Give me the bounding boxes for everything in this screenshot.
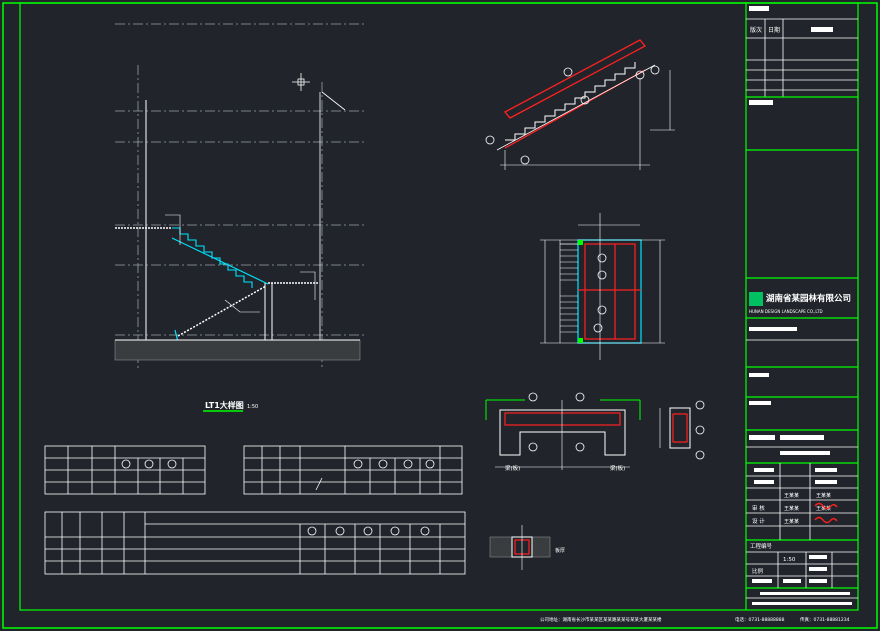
title-header-col2: 日期 bbox=[768, 26, 780, 34]
title-block-fills bbox=[749, 6, 852, 605]
main-drawing-title: LT1大样图 bbox=[205, 400, 244, 410]
scale-value: 1:50 bbox=[783, 557, 796, 563]
ground-hatch bbox=[114, 339, 361, 361]
name-2: 王某某 bbox=[816, 493, 831, 499]
scale-label: 比例 bbox=[752, 567, 764, 575]
cad-drawing-sheet: 版次 日期 湖南省某园林有限公司 HUNAN DESIGN LANDSCAPE … bbox=[2, 2, 878, 629]
stair-flight-upper bbox=[171, 227, 269, 288]
project-no-label: 工程编号 bbox=[750, 542, 773, 550]
beam-label-left: 梁(板) bbox=[505, 464, 520, 472]
name-5: 王某某 bbox=[784, 519, 799, 525]
footer-phone: 电话：0731-88888888 bbox=[735, 616, 785, 623]
edge-label: 板厚 bbox=[555, 547, 565, 554]
crosshair-cursor-icon bbox=[292, 73, 310, 91]
beam-section: 梁(板) 梁(板) bbox=[485, 392, 641, 472]
name-3: 王某某 bbox=[784, 506, 799, 512]
stair-flight-lower bbox=[177, 285, 267, 337]
table-1 bbox=[44, 445, 206, 495]
table-2 bbox=[243, 445, 463, 495]
beam-label-right: 梁(板) bbox=[610, 464, 625, 472]
plan-detail bbox=[540, 213, 665, 360]
footer-address: 公司地址：湖南省长沙市某某区某某路某某号某某大厦某某楼 bbox=[540, 616, 662, 623]
stair-section: LT1大样图 1:50 bbox=[114, 23, 365, 412]
role-design: 设 计 bbox=[752, 517, 765, 525]
company-name-en: HUNAN DESIGN LANDSCAPE CO.,LTD bbox=[749, 309, 823, 314]
table-3 bbox=[44, 511, 466, 575]
company-logo-icon bbox=[749, 292, 763, 306]
footer-fax: 传真：0731-88881234 bbox=[800, 616, 850, 623]
signature-2 bbox=[814, 516, 838, 524]
company-name: 湖南省某园林有限公司 bbox=[766, 293, 851, 304]
column-detail bbox=[659, 400, 705, 460]
name-1: 王某某 bbox=[784, 493, 799, 499]
title-header-col1: 版次 bbox=[750, 26, 762, 34]
main-drawing-scale: 1:50 bbox=[247, 404, 258, 410]
edge-detail: 板厚 bbox=[489, 525, 565, 570]
role-review: 审 核 bbox=[752, 504, 765, 512]
stair-detail bbox=[485, 39, 675, 170]
